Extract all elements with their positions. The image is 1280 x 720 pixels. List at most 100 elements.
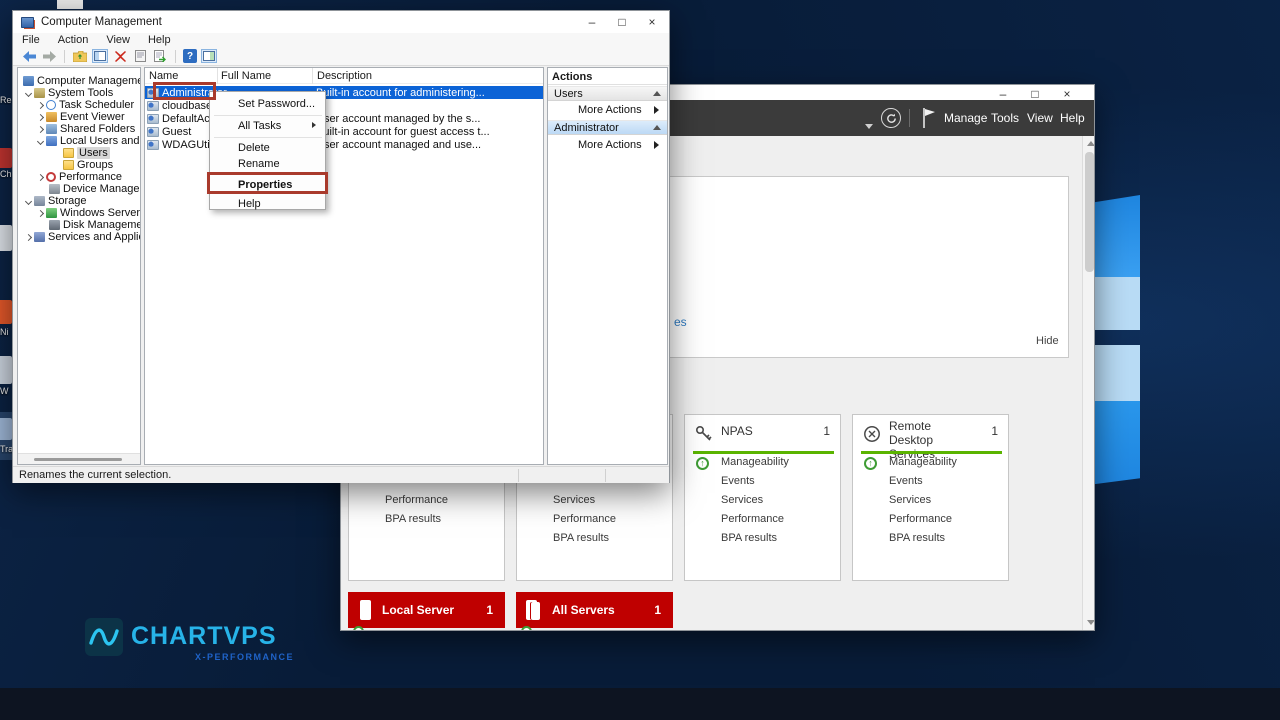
chevron-up-icon[interactable] <box>653 91 661 96</box>
tile-item[interactable]: Services <box>721 494 763 506</box>
tree-item-groups[interactable]: Groups <box>18 159 140 171</box>
column-separator[interactable] <box>217 68 218 84</box>
local-server-tile[interactable]: Local Server 1 <box>348 592 505 628</box>
sm-menu-help[interactable]: Help <box>1060 100 1085 136</box>
tree-item-event-viewer[interactable]: Event Viewer <box>18 111 140 123</box>
scrollbar-thumb[interactable] <box>1085 152 1094 272</box>
forward-icon[interactable] <box>41 49 57 63</box>
all-servers-tile[interactable]: All Servers 1 <box>516 592 673 628</box>
scroll-down-icon[interactable] <box>1087 620 1095 625</box>
administrator-more-actions[interactable]: More Actions <box>548 137 667 152</box>
menu-item-delete[interactable]: Delete <box>211 140 324 156</box>
tile-item[interactable]: BPA results <box>385 513 441 525</box>
chevron-collapsed-icon[interactable] <box>36 125 45 134</box>
menu-item-set-password[interactable]: Set Password... <box>211 96 324 112</box>
tile-item[interactable]: Performance <box>889 513 952 525</box>
list-row-wdagutility[interactable]: WDAGUtility... User account managed and … <box>145 138 543 151</box>
tile-item[interactable]: Performance <box>553 513 616 525</box>
sm-menu-manage[interactable]: Manage <box>944 100 987 136</box>
tree-item-windows-server-backup[interactable]: Windows Server Backup <box>18 207 140 219</box>
tile-item[interactable]: Manageability <box>721 456 789 468</box>
column-header-description[interactable]: Description <box>317 70 372 82</box>
up-folder-icon[interactable] <box>72 49 88 63</box>
scrollbar-thumb[interactable] <box>34 458 122 461</box>
users-more-actions[interactable]: More Actions <box>548 102 667 117</box>
cm-titlebar[interactable]: Computer Management – □ × <box>13 11 669 33</box>
menu-item-all-tasks[interactable]: All Tasks <box>211 118 324 134</box>
chevron-up-icon[interactable] <box>653 125 661 130</box>
list-row-cloudbase-init[interactable]: cloudbase-init <box>145 99 543 112</box>
list-row-guest[interactable]: Guest Built-in account for guest access … <box>145 125 543 138</box>
menu-help[interactable]: Help <box>139 33 180 47</box>
cm-minimize-button[interactable]: – <box>577 13 607 31</box>
sm-menu-view[interactable]: View <box>1027 100 1053 136</box>
tree-horizontal-scrollbar[interactable] <box>18 453 140 464</box>
menu-file[interactable]: File <box>13 33 49 47</box>
tree-item-disk-management[interactable]: Disk Management <box>18 219 140 231</box>
tile-item[interactable]: Services <box>889 494 931 506</box>
tree-item-storage[interactable]: Storage <box>18 195 140 207</box>
column-header-name[interactable]: Name <box>149 70 178 82</box>
tree-item-users[interactable]: Users <box>18 147 140 159</box>
menu-action[interactable]: Action <box>49 33 98 47</box>
chevron-collapsed-icon[interactable] <box>36 101 45 110</box>
back-icon[interactable] <box>21 49 37 63</box>
tile-item[interactable]: BPA results <box>889 532 945 544</box>
chevron-collapsed-icon[interactable] <box>24 233 33 242</box>
tile-item[interactable]: Manageability <box>889 456 957 468</box>
help-icon[interactable]: ? <box>183 49 197 63</box>
refresh-icon[interactable] <box>881 108 901 128</box>
menu-view[interactable]: View <box>97 33 139 47</box>
desktop-shortcut-icon[interactable] <box>0 356 12 384</box>
cm-close-button[interactable]: × <box>637 13 667 31</box>
menu-item-rename[interactable]: Rename <box>211 156 324 172</box>
column-separator[interactable] <box>312 68 313 84</box>
dashboard-tile-npas[interactable]: NPAS 1 ↑ Manageability Events Services P… <box>684 414 841 581</box>
tile-item[interactable]: Performance <box>385 494 448 506</box>
annotation-box-properties <box>207 172 328 194</box>
npas-key-icon <box>694 424 714 449</box>
tree-item-services-and-applications[interactable]: Services and Applications <box>18 231 140 243</box>
cm-maximize-button[interactable]: □ <box>607 13 637 31</box>
tile-item[interactable]: Services <box>553 494 595 506</box>
menu-item-help[interactable]: Help <box>211 196 324 212</box>
notifications-dropdown-icon[interactable] <box>865 124 873 129</box>
desktop-shortcut-icon[interactable] <box>0 225 12 251</box>
chevron-collapsed-icon[interactable] <box>36 209 45 218</box>
tree-item-device-manager[interactable]: Device Manager <box>18 183 140 195</box>
welcome-link-fragment[interactable]: es <box>674 315 687 329</box>
tree-item-performance[interactable]: Performance <box>18 171 140 183</box>
sm-vertical-scrollbar[interactable] <box>1082 136 1095 631</box>
tile-item[interactable]: Performance <box>721 513 784 525</box>
console-tree-toggle-icon[interactable] <box>92 49 108 63</box>
tree-item-system-tools[interactable]: System Tools <box>18 87 140 99</box>
sm-menu-tools[interactable]: Tools <box>991 100 1019 136</box>
actions-group-users[interactable]: Users <box>548 86 667 101</box>
column-header-full-name[interactable]: Full Name <box>221 70 271 82</box>
tile-item[interactable]: Events <box>889 475 923 487</box>
show-action-pane-icon[interactable] <box>201 49 217 63</box>
chevron-expanded-icon[interactable] <box>36 137 45 146</box>
tree-item-shared-folders[interactable]: Shared Folders <box>18 123 140 135</box>
actions-group-administrator[interactable]: Administrator <box>548 120 667 135</box>
desktop-shortcut-icon[interactable] <box>0 300 12 324</box>
list-row-defaultaccount[interactable]: DefaultAcco... User account managed by t… <box>145 112 543 125</box>
chevron-expanded-icon[interactable] <box>24 89 33 98</box>
tile-item[interactable]: BPA results <box>553 532 609 544</box>
dashboard-tile-rds[interactable]: Remote Desktop Services 1 ↑ Manageabilit… <box>852 414 1009 581</box>
tile-item[interactable]: BPA results <box>721 532 777 544</box>
desktop-shortcut-icon[interactable] <box>0 148 12 168</box>
chevron-expanded-icon[interactable] <box>24 197 33 206</box>
tile-item[interactable]: Events <box>721 475 755 487</box>
export-list-icon[interactable] <box>152 49 168 63</box>
properties-sheet-icon[interactable] <box>132 49 148 63</box>
tree-item-local-users-and-groups[interactable]: Local Users and Groups <box>18 135 140 147</box>
tree-item-computer-management[interactable]: Computer Management (Local <box>18 75 140 87</box>
scroll-up-icon[interactable] <box>1087 141 1095 146</box>
chevron-collapsed-icon[interactable] <box>36 173 45 182</box>
hide-link[interactable]: Hide <box>1036 335 1059 347</box>
manage-flag-icon[interactable] <box>921 107 937 134</box>
chevron-collapsed-icon[interactable] <box>36 113 45 122</box>
delete-icon[interactable] <box>112 49 128 63</box>
tree-item-task-scheduler[interactable]: Task Scheduler <box>18 99 140 111</box>
